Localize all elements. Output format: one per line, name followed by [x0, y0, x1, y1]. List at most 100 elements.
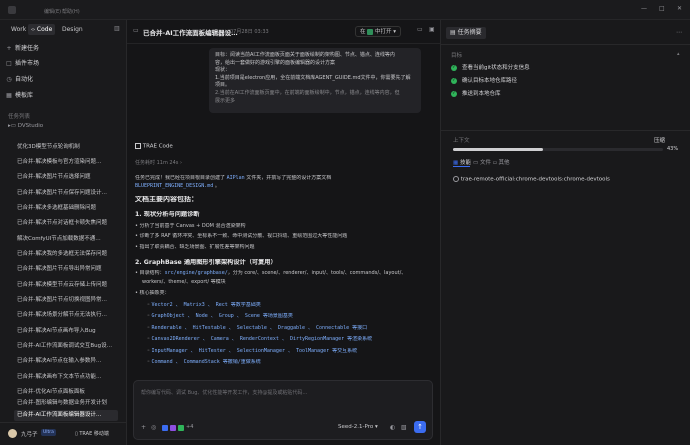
- sidebar-task-item[interactable]: 已合并-解决场景分解节点无法执行…: [17, 310, 121, 321]
- close-icon[interactable]: ✕: [677, 5, 682, 12]
- mode-tab-design[interactable]: Design: [59, 24, 86, 35]
- chat-icon: ▭: [133, 27, 139, 34]
- sidebar-task-item[interactable]: 优化3D模型节点轮询机制: [17, 142, 121, 153]
- trae-logo-icon: [135, 143, 141, 149]
- chat-input-box[interactable]: 帮你编写代码、调试 Bug、优化性能等开发工作，支持@提及或粘贴代码… + ◎ …: [133, 380, 433, 440]
- model-selector[interactable]: Seed-2.1-Pro ▾: [338, 424, 378, 430]
- sidebar-task-item[interactable]: 已合并-解决AI节点在输入参数异…: [17, 356, 121, 367]
- subtab-other[interactable]: ▫ 其他: [493, 158, 510, 166]
- compress-button[interactable]: 压缩: [654, 136, 665, 144]
- clock-icon: ◷: [6, 76, 12, 83]
- sidebar-task-item[interactable]: 已合并-AI工作流面板调试交互Bug设…: [17, 341, 121, 352]
- divider: [441, 44, 690, 45]
- core-class-text: Renderable 、 HitTestable 、 Selectable 、 …: [151, 325, 368, 331]
- collapse-icon[interactable]: ▴: [677, 51, 680, 57]
- tool-item[interactable]: trae-remote-official:chrome-devtools:chr…: [453, 176, 610, 183]
- sidebar-task-item[interactable]: 已合并-解决图片节点导出异常问题: [17, 264, 121, 275]
- context-progress-track: [453, 148, 663, 151]
- plan-badge: Ultra: [41, 429, 56, 436]
- sidebar-task-item[interactable]: 已合并-解决我的多选框无法保存问题: [17, 249, 121, 260]
- tool-icon-3[interactable]: [178, 425, 184, 431]
- maximize-icon[interactable]: □: [659, 5, 665, 12]
- checklist-item: ✓ 查看当前git状态和分支信息: [451, 64, 530, 73]
- list-item-text: 核心抽象类：: [139, 290, 170, 296]
- elapsed-time: 任务耗时 11m 24s ›: [135, 159, 182, 166]
- answer-intro-code: AIPlan: [226, 175, 245, 181]
- open-in-button[interactable]: 在 中打开 ▾: [355, 26, 402, 37]
- chat-input-placeholder[interactable]: 帮你编写代码、调试 Bug、优化性能等开发工作，支持@提及或粘贴代码…: [141, 389, 426, 396]
- doc-name-code[interactable]: BLUEPRINT_ENGINE_DESIGN.md: [135, 183, 213, 189]
- list-item: • 诊断了多 RAF 循环冲突、坐标系不一致、命中测试分散、视口抖动、重绘范围过…: [135, 233, 348, 239]
- list-item: • 核心抽象类：: [135, 290, 170, 296]
- tab-task-summary[interactable]: ▤ 任务摘要: [446, 27, 486, 39]
- panel-more-icon[interactable]: ⋯: [676, 29, 682, 36]
- sidebar-task-item[interactable]: 已合并-解决图片节点选择问题: [17, 172, 121, 183]
- assistant-name: TRAE Code: [142, 143, 173, 150]
- mobile-app-label: TRAE 移动端: [79, 431, 109, 437]
- menu-edit[interactable]: 编辑(E): [44, 8, 61, 15]
- sidebar-task-item[interactable]: 已合并-解决画布下文本节点功能…: [17, 372, 121, 383]
- tab-task-summary-label: 任务摘要: [457, 29, 482, 36]
- user-msg-line: 现状：: [215, 67, 231, 74]
- list-item-text: 分析了当前基于 Canvas + DOM 混合渲染架构: [139, 223, 246, 229]
- more-tools-count[interactable]: +4: [186, 424, 193, 430]
- nav-plugin-market[interactable]: □ 插件市场: [6, 58, 39, 69]
- user-bar: 九弓子 Ultra ▯ TRAE 移动端: [0, 422, 127, 445]
- sidebar: Work ‹› Code Design ▥ + 新建任务 □ 插件市场 ◷ 自动化 ▦…: [0, 20, 127, 445]
- avatar[interactable]: [8, 429, 17, 438]
- context-progress-value: 43%: [667, 146, 679, 152]
- list-item-code: src/engine/graphbase/: [164, 270, 228, 276]
- user-msg-line: 目标：阅读当前AI工作流面板页面关于面板绘制的架构图、节点、锚点、连线等内: [215, 52, 395, 58]
- nav-template-library[interactable]: ▦ 模板库: [6, 90, 33, 101]
- answer-doc-name: BLUEPRINT_ENGINE_DESIGN.md 。: [135, 183, 220, 189]
- project-group-label: DVStudio: [17, 123, 44, 129]
- send-button[interactable]: ↑: [414, 421, 426, 433]
- phone-icon: ▯: [75, 431, 78, 437]
- nav-automation[interactable]: ◷ 自动化: [6, 74, 33, 85]
- sidebar-task-item[interactable]: 已合并-解决图片节点保存问题设计…: [17, 188, 121, 199]
- minimize-icon[interactable]: —: [641, 5, 647, 12]
- core-class-item: ◦ Canvas2DRenderer 、 Camera 、 RenderCont…: [147, 336, 373, 342]
- nav-new-task[interactable]: + 新建任务: [6, 43, 39, 54]
- add-icon[interactable]: +: [141, 424, 146, 431]
- core-class-text: InputManager 、 HitTester 、 SelectionMana…: [151, 348, 358, 354]
- sidebar-task-item[interactable]: 已合并-优化AI节点面板面板: [17, 387, 121, 398]
- context-progress-fill: [453, 148, 544, 151]
- layout-icon[interactable]: ▣: [429, 26, 435, 33]
- list-item-cont: workers/、theme/、export/ 等模块: [142, 279, 226, 285]
- tool-icon-2[interactable]: [170, 425, 176, 431]
- divider: [441, 130, 690, 131]
- list-item: • 目录结构：src/engine/graphbase/，分为 core/、sc…: [135, 270, 407, 276]
- sidebar-collapse-icon[interactable]: ▥: [114, 25, 120, 32]
- sidebar-task-item[interactable]: 已合并-解决AI节点画布导入Bug: [17, 326, 121, 337]
- tool-icon-1[interactable]: [162, 425, 168, 431]
- sidebar-task-item[interactable]: 已合并-解决图片节点切换视图异常…: [17, 295, 121, 306]
- check-icon: ✓: [451, 77, 457, 84]
- mode-tab-work[interactable]: Work: [8, 24, 29, 35]
- context-label: 上下文: [453, 138, 470, 144]
- project-group[interactable]: ▸▭ DVStudio: [8, 123, 43, 129]
- answer-intro-text2: 文件夹，并撰写了完整的设计方案文档: [246, 175, 332, 181]
- sidebar-task-item[interactable]: 已合并-解决多选框基础删除问题: [17, 203, 121, 214]
- sidebar-task-item[interactable]: 已合并-图形编辑与数据业务开发计划: [17, 398, 121, 409]
- image-icon[interactable]: ▧: [401, 424, 407, 431]
- mobile-app-link[interactable]: ▯ TRAE 移动端: [75, 430, 109, 437]
- subtab-files[interactable]: ▭ 文件: [473, 158, 491, 166]
- mic-icon[interactable]: ◐: [390, 424, 395, 431]
- sidebar-task-item[interactable]: 已合并-AI工作流面板编辑器设计…: [14, 410, 118, 421]
- context-icon[interactable]: ◎: [151, 424, 156, 431]
- goal-label: 目标: [451, 53, 463, 59]
- more-icon[interactable]: ▭: [417, 26, 423, 33]
- check-icon: ✓: [451, 64, 457, 71]
- sidebar-task-item[interactable]: 已合并-解决节点对话框卡顿失焦问题: [17, 218, 121, 229]
- subtab-skills[interactable]: ▦ 技能: [453, 158, 471, 166]
- folder-icon: ▸▭: [8, 123, 16, 129]
- list-item-text: 指出了职责耦合、缺乏场景图、扩展性差等架构问题: [139, 244, 255, 250]
- show-more-link[interactable]: 展示更多: [215, 98, 415, 106]
- sidebar-task-item[interactable]: 解决ComfyUI节点加载数据不通…: [17, 234, 121, 245]
- menu-help[interactable]: 帮助(H): [62, 8, 80, 15]
- sidebar-task-item[interactable]: 已合并-解决模板与官方渲染问题…: [17, 157, 121, 168]
- mode-tab-code[interactable]: ‹› Code: [28, 24, 56, 35]
- sidebar-task-item[interactable]: 已合并-解决模型节点云存储上传问题: [17, 280, 121, 291]
- list-item: • 指出了职责耦合、缺乏场景图、扩展性差等架构问题: [135, 244, 255, 250]
